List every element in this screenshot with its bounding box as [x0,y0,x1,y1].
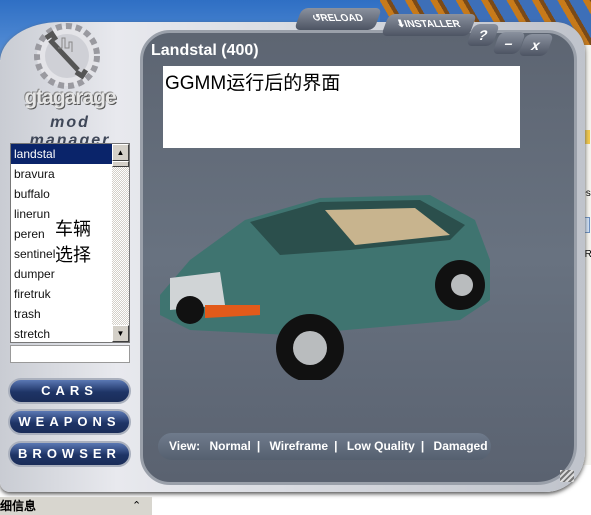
view-label: View: [169,439,201,453]
annotation-text: GGMM运行后的界面 [165,73,341,94]
view-wireframe-link[interactable]: Wireframe [270,439,329,453]
view-mode-bar: View: Normal | Wireframe | Low Quality | Da… [158,433,491,460]
view-low-quality-link[interactable]: Low Quality [347,439,415,453]
list-item[interactable]: stretch [11,324,113,342]
collapse-chevron-icon[interactable]: ⌃ [132,499,141,512]
list-item[interactable]: bravura [11,164,113,184]
reload-label: RELOAD [318,13,366,24]
browser-button[interactable]: BROWSER [8,441,131,467]
logo-text: gtagarage [24,86,116,109]
info-panel-header[interactable]: 细信息 [0,497,152,515]
separator: | [334,439,338,453]
gear-wrench-logo-icon [34,23,100,89]
view-normal-link[interactable]: Normal [209,439,250,453]
annotation-box: GGMM运行后的界面 [163,66,520,148]
scroll-thumb[interactable] [112,161,129,167]
list-item[interactable]: landstal [11,144,114,165]
separator: | [256,439,261,453]
view-damaged-link[interactable]: Damaged [434,439,488,453]
scroll-up-button[interactable]: ▲ [112,144,129,161]
resize-grip-icon[interactable] [560,470,574,482]
vehicle-title: Landstal (400) [151,42,259,59]
list-footer [10,345,130,363]
info-panel-title: 细信息 [0,499,37,513]
weapons-button[interactable]: WEAPONS [8,409,131,435]
list-item[interactable]: trash [11,304,113,324]
list-annotation: 车辆选择 [55,219,91,265]
reload-button[interactable]: ↺ RELOAD [293,8,383,30]
vehicle-3d-preview[interactable] [150,180,500,380]
separator: | [420,439,425,453]
list-scrollbar[interactable]: ▲ ▼ [112,144,129,342]
installer-button[interactable]: ⬇ INSTALLER [380,14,478,36]
scroll-down-button[interactable]: ▼ [112,325,129,342]
installer-label: INSTALLER [403,19,463,30]
list-item[interactable]: buffalo [11,184,113,204]
list-item[interactable]: firetruk [11,284,113,304]
cars-button[interactable]: CARS [8,378,131,404]
